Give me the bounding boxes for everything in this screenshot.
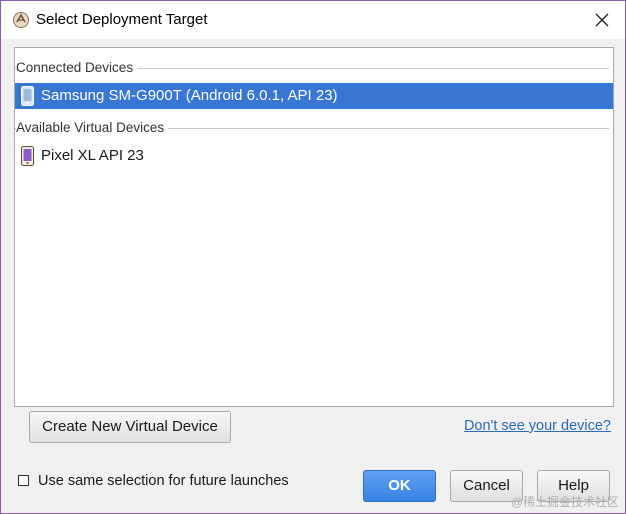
close-button[interactable] [579,1,625,39]
ok-button[interactable]: OK [363,470,436,502]
deployment-target-dialog: Select Deployment Target Connected Devic… [0,0,626,514]
create-virtual-device-button[interactable]: Create New Virtual Device [29,411,231,443]
device-row-pixel-xl[interactable]: Pixel XL API 23 [15,143,613,169]
section-header-label: Connected Devices [16,59,138,77]
section-header-label: Available Virtual Devices [16,119,169,137]
close-icon [595,13,609,27]
window-title: Select Deployment Target [36,11,208,28]
device-row-samsung[interactable]: Samsung SM-G900T (Android 6.0.1, API 23) [15,83,613,109]
virtual-phone-icon [21,146,34,166]
phone-device-icon [21,86,34,106]
dont-see-device-link[interactable]: Don't see your device? [464,418,611,434]
android-studio-icon [12,11,30,29]
device-name: Pixel XL API 23 [41,147,144,164]
device-name: Samsung SM-G900T (Android 6.0.1, API 23) [41,87,338,104]
device-list[interactable]: Connected Devices Samsung SM-G900T (Andr… [14,47,614,407]
section-header-connected: Connected Devices [15,59,613,77]
section-header-virtual: Available Virtual Devices [15,119,613,137]
title-bar: Select Deployment Target [1,1,625,39]
future-launches-label[interactable]: Use same selection for future launches [38,473,289,489]
future-launches-checkbox[interactable] [18,475,29,486]
watermark: @稀土掘金技术社区 [510,495,619,509]
